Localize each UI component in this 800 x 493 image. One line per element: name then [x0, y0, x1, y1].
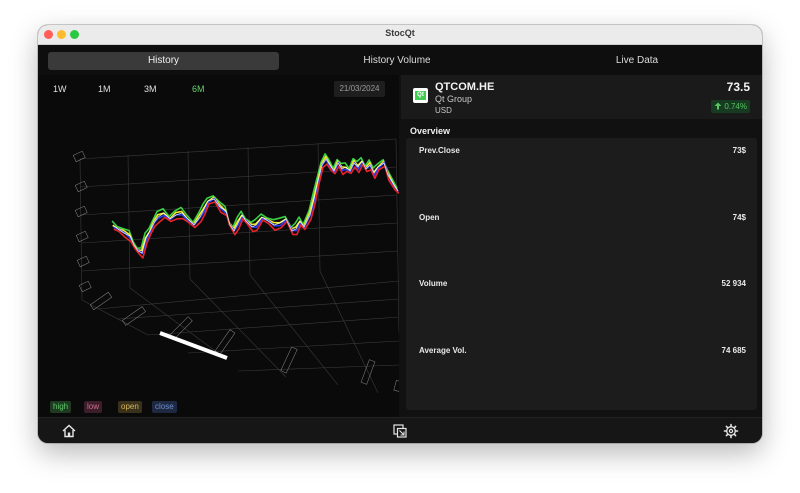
period-1w-button[interactable]: 1W — [53, 84, 67, 94]
average-volume-label: Average Vol. — [419, 346, 467, 355]
tab-bar: History History Volume Live Data — [38, 45, 762, 75]
settings-gear-icon — [723, 423, 739, 439]
period-6m-button[interactable]: 6M — [192, 84, 205, 94]
volume-label: Volume — [419, 279, 448, 288]
window-toggle-button[interactable] — [392, 423, 408, 439]
qt-logo-icon: Qt — [413, 88, 428, 103]
chart-3d-svg — [72, 138, 403, 394]
window-title: StocQt — [385, 28, 415, 38]
arrow-up-icon — [714, 102, 722, 110]
history-3d-chart[interactable] — [38, 103, 403, 399]
tab-live-data[interactable]: Live Data — [521, 52, 753, 70]
legend-close-toggle[interactable]: close — [152, 401, 177, 413]
chart-3d-highlight-bar — [159, 331, 228, 360]
settings-button[interactable] — [723, 423, 739, 439]
series-open-line — [112, 155, 399, 252]
stock-info-panel: Qt QTCOM.HE Qt Group USD 73.5 0.74% Over… — [401, 75, 762, 417]
volume-value: 52 934 — [721, 279, 746, 288]
app-window: StocQt History History Volume Live Data … — [38, 25, 762, 443]
legend-open-toggle[interactable]: open — [118, 401, 142, 413]
price-change-badge: 0.74% — [711, 100, 750, 113]
home-icon — [62, 424, 76, 438]
open-label: Open — [419, 213, 440, 222]
average-volume-value: 74 685 — [721, 346, 746, 355]
stock-symbol: QTCOM.HE — [435, 81, 495, 93]
tab-history-volume[interactable]: History Volume — [281, 52, 513, 70]
overview-title: Overview — [410, 126, 451, 136]
company-name: Qt Group — [435, 94, 473, 104]
stock-price: 73.5 — [726, 80, 750, 94]
period-3m-button[interactable]: 3M — [144, 84, 157, 94]
price-change-value: 0.74% — [724, 102, 747, 111]
currency: USD — [435, 106, 452, 115]
legend-high-toggle[interactable]: high — [50, 401, 72, 413]
tab-history[interactable]: History — [48, 52, 279, 70]
date-picker[interactable]: 21/03/2024 — [334, 81, 385, 97]
series-close-line — [113, 158, 399, 255]
chart-3d-axis-labels — [72, 150, 403, 392]
title-bar: StocQt — [38, 25, 762, 45]
qt-logo-mark: Qt — [415, 91, 426, 100]
history-panel: 1W 1M 3M 6M 21/03/2024 high low open clo… — [38, 75, 403, 417]
bottom-toolbar — [38, 417, 762, 443]
chart-3d-grid — [79, 138, 400, 394]
home-button[interactable] — [61, 423, 77, 439]
period-1m-button[interactable]: 1M — [98, 84, 111, 94]
legend-low-toggle[interactable]: low — [84, 401, 103, 413]
overview-panel: Prev.Close 73$ Open 74$ Volume 52 934 Av… — [406, 138, 757, 410]
chart-3d-series-group — [111, 153, 400, 259]
open-value: 74$ — [732, 213, 746, 222]
series-highlight-line — [112, 158, 399, 254]
period-selector: 1W 1M 3M 6M 21/03/2024 — [38, 75, 399, 103]
stock-header[interactable]: Qt QTCOM.HE Qt Group USD 73.5 0.74% — [401, 75, 762, 119]
prev-close-value: 73$ — [732, 146, 746, 155]
window-toggle-icon — [393, 424, 407, 438]
prev-close-label: Prev.Close — [419, 146, 460, 155]
